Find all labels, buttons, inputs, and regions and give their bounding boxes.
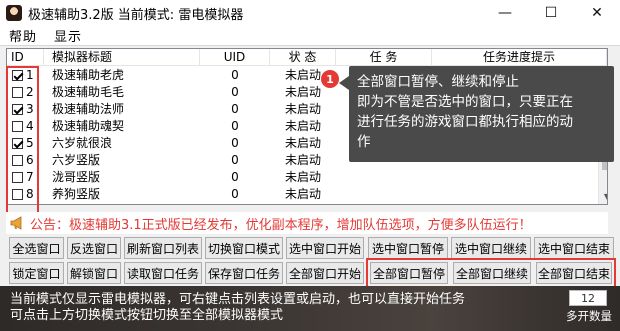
tooltip-line: 即为不管是否选中的窗口，只要正在	[357, 94, 573, 110]
row-title: 极速辅助魂契	[52, 119, 125, 133]
unlock-window-button[interactable]: 解锁窗口	[67, 262, 121, 284]
minimize-icon: —	[498, 5, 512, 21]
menu-help[interactable]: 帮助	[0, 26, 44, 45]
row-status: 未启动	[284, 153, 321, 167]
maximize-button[interactable]: ☐	[528, 0, 574, 26]
title-bar: 极速辅助3.2版 当前模式: 雷电模拟器 — ☐ ✕	[0, 0, 620, 26]
pause-selected-button[interactable]: 选中窗口暂停	[368, 237, 448, 259]
tooltip-line: 作	[357, 134, 371, 150]
row-uid: 0	[231, 136, 239, 150]
footer-panel: 当前模式仅显示雷电模拟器，可右键点击列表设置或启动，也可以直接开始任务 可点击上…	[0, 286, 620, 331]
column-title[interactable]: 模拟器标题	[44, 49, 200, 66]
stop-selected-button[interactable]: 选中窗口结束	[534, 237, 614, 259]
window-title: 极速辅助3.2版 当前模式: 雷电模拟器	[28, 7, 244, 23]
row-title: 极速辅助老虎	[52, 68, 125, 82]
column-task[interactable]: 任 务	[336, 49, 432, 66]
resume-selected-button[interactable]: 选中窗口继续	[451, 237, 531, 259]
refresh-window-list-button[interactable]: 刷新窗口列表	[124, 237, 202, 259]
switch-window-mode-button[interactable]: 切换窗口模式	[205, 237, 283, 259]
scroll-down-icon[interactable]: ▼	[599, 188, 607, 204]
list-row[interactable]: 8 养狗竖版 0 未启动	[7, 186, 597, 203]
checkbox-column-highlight	[6, 66, 39, 215]
row-uid: 0	[231, 85, 239, 99]
row-title: 养狗竖版	[52, 187, 101, 201]
list-row[interactable]: 7 泷哥竖版 0 未启动	[7, 169, 597, 186]
minimize-button[interactable]: —	[482, 0, 528, 26]
lock-window-button[interactable]: 锁定窗口	[9, 262, 64, 284]
row-status: 未启动	[284, 170, 321, 184]
menu-display[interactable]: 显示	[44, 26, 89, 45]
column-status[interactable]: 状 态	[270, 49, 336, 66]
row-title: 极速辅助法师	[52, 102, 125, 116]
column-progress[interactable]: 任务进度提示	[432, 49, 607, 66]
row-status: 未启动	[284, 119, 321, 133]
invert-selection-button[interactable]: 反选窗口	[67, 237, 121, 259]
app-avatar-icon	[6, 5, 22, 21]
start-selected-button[interactable]: 选中窗口开始	[286, 237, 364, 259]
start-all-button[interactable]: 全部窗口开始	[286, 262, 364, 284]
row-title: 极速辅助毛毛	[52, 85, 125, 99]
tooltip-line: 进行任务的游戏窗口都执行相应的动	[357, 114, 573, 130]
row-uid: 0	[231, 102, 239, 116]
footer-hint-line-2: 可点击上方切换模式按钮切换至全部模拟器模式	[10, 308, 284, 323]
row-status: 未启动	[284, 136, 321, 150]
step-badge: 1	[321, 70, 339, 88]
multi-open-count[interactable]: 12	[569, 290, 607, 306]
all-window-controls-highlight	[366, 258, 616, 288]
row-uid: 0	[231, 119, 239, 133]
announcement-text: 公告：极速辅助3.1正式版已经发布，优化副本程序，增加队伍选项，方便多队伍运行！	[30, 217, 532, 233]
close-icon: ✕	[591, 5, 603, 21]
explanation-tooltip: 全部窗口暂停、继续和停止 即为不管是否选中的窗口，只要正在 进行任务的游戏窗口都…	[339, 66, 614, 162]
list-header: ID 模拟器标题 UID 状 态 任 务 任务进度提示	[7, 49, 607, 66]
column-id[interactable]: ID	[7, 49, 44, 66]
maximize-icon: ☐	[544, 5, 558, 21]
load-window-tasks-button[interactable]: 读取窗口任务	[124, 262, 202, 284]
row-uid: 0	[231, 170, 239, 184]
row-uid: 0	[231, 153, 239, 167]
row-title: 泷哥竖版	[52, 170, 101, 184]
row-title: 六岁竖版	[52, 153, 101, 167]
row-title: 六岁就很浪	[52, 136, 113, 150]
megaphone-icon	[10, 215, 26, 231]
row-uid: 0	[231, 68, 239, 82]
column-uid[interactable]: UID	[200, 49, 270, 66]
announcement-bar: 公告：极速辅助3.1正式版已经发布，优化副本程序，增加队伍选项，方便多队伍运行！	[6, 212, 608, 234]
row-status: 未启动	[284, 187, 321, 201]
row-uid: 0	[231, 187, 239, 201]
save-window-tasks-button[interactable]: 保存窗口任务	[205, 262, 283, 284]
menu-bar: 帮助 显示	[0, 26, 620, 46]
tooltip-line: 全部窗口暂停、继续和停止	[357, 74, 519, 90]
select-all-button[interactable]: 全选窗口	[9, 237, 64, 259]
row-status: 未启动	[284, 102, 321, 116]
multi-open-label: 多开数量	[566, 309, 612, 323]
close-button[interactable]: ✕	[574, 0, 620, 26]
